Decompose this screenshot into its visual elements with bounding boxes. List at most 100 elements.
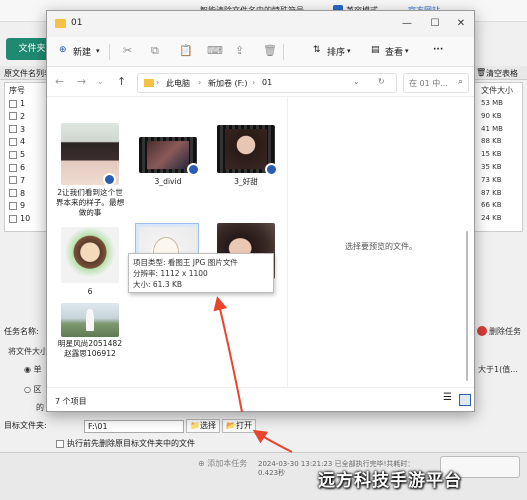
clear-table-button[interactable]: 清空表格	[486, 68, 518, 79]
row-checkbox[interactable]	[9, 214, 17, 223]
clear-icon[interactable]: 🗑	[476, 68, 486, 77]
view-icon[interactable]: ▤	[371, 45, 380, 55]
new-button[interactable]: 新建	[73, 45, 91, 58]
breadcrumb-folder[interactable]: 01	[262, 78, 272, 87]
rename-icon[interactable]: ⌨	[207, 44, 223, 57]
recent-dropdown-icon[interactable]: ⌄	[97, 77, 104, 86]
sort-button[interactable]: 排序	[327, 45, 345, 58]
file-name: 3_好甜	[234, 177, 258, 186]
sort-icon[interactable]: ⇅	[313, 45, 321, 55]
row-checkbox[interactable]	[9, 176, 17, 185]
view-button[interactable]: 查看	[385, 45, 403, 58]
row-index: 7	[20, 175, 26, 185]
item-count-text: 7 个项目	[55, 397, 87, 406]
row-index: 1	[20, 99, 26, 108]
table-row[interactable]: 4	[9, 137, 25, 149]
row-size: 66 KB	[481, 201, 502, 210]
select-folder-button[interactable]: 📁选择	[186, 419, 220, 433]
table-row[interactable]: 9	[9, 201, 25, 213]
add-task-button[interactable]: ⊕ 添加本任务	[198, 458, 247, 469]
file-item[interactable]: 3_好甜	[213, 125, 279, 197]
copy-icon[interactable]: ⧉	[151, 44, 159, 58]
new-dropdown-icon[interactable]: ▾	[96, 47, 100, 55]
row-index: 10	[20, 214, 31, 224]
paste-icon[interactable]: 📋	[179, 44, 193, 57]
address-dropdown-icon[interactable]: ⌄	[353, 77, 360, 86]
file-item[interactable]: 3_divid	[135, 137, 201, 197]
tooltip-size: 大小: 61.3 KB	[133, 280, 183, 289]
address-bar[interactable]: › 此电脑 › 新加卷 (F:) › 01 ⌄ ↻	[137, 73, 397, 93]
new-icon[interactable]: ⊕	[59, 45, 67, 55]
folder-icon	[55, 19, 66, 28]
table-row[interactable]: 7	[9, 176, 25, 188]
viewer-app-badge-icon	[103, 173, 116, 186]
file-thumbnail	[61, 227, 119, 283]
file-item[interactable]: 2让我们看到这个世界本来的样子。最想做的事	[56, 123, 124, 223]
up-arrow-icon[interactable]: ↑	[117, 75, 126, 88]
view-dropdown-icon[interactable]: ▾	[405, 47, 409, 55]
row-checkbox[interactable]	[9, 137, 17, 146]
forward-arrow-icon[interactable]: →	[77, 75, 86, 88]
table-row[interactable]: 10	[9, 214, 30, 226]
sort-dropdown-icon[interactable]: ▾	[347, 47, 351, 55]
row-checkbox[interactable]	[9, 99, 17, 108]
row-checkbox[interactable]	[9, 150, 17, 159]
row-index: 2	[20, 111, 26, 121]
option-radio-2[interactable]: ○ 区	[24, 384, 42, 395]
table-row[interactable]: 3	[9, 125, 25, 137]
tooltip-type: 项目类型: 看图王 JPG 图片文件	[133, 258, 238, 267]
delete-icon[interactable]: 🗑	[263, 44, 277, 57]
site-watermark: 远方科技手游平台	[318, 471, 462, 491]
row-checkbox[interactable]	[9, 189, 17, 198]
close-icon[interactable]: ✕	[451, 15, 471, 33]
row-checkbox[interactable]	[9, 112, 17, 121]
share-icon[interactable]: ⇪	[235, 44, 244, 57]
convert-size-label: 将文件大小	[8, 347, 48, 356]
toolbar-separator	[109, 44, 110, 60]
option-2-label: 区	[33, 385, 42, 394]
file-item[interactable]: 明星风尚2051482赵露思106912	[57, 303, 123, 383]
delete-task-icon[interactable]	[477, 326, 487, 336]
refresh-icon[interactable]: ↻	[378, 77, 385, 86]
search-input[interactable]: 在 01 中... ⌕	[403, 73, 469, 93]
explorer-titlebar: 01 — ☐ ✕	[47, 11, 474, 37]
crumb-separator-icon: ›	[198, 78, 202, 87]
size-rule-text: 大于1(值...	[478, 365, 518, 374]
delete-original-label: 执行前先删除原目标文件夹中的文件	[67, 439, 195, 448]
target-folder-input[interactable]: F:\01	[84, 420, 184, 433]
row-checkbox[interactable]	[9, 201, 17, 210]
table-row[interactable]: 6	[9, 163, 25, 175]
row-size: 73 KB	[481, 175, 502, 184]
delete-original-checkbox[interactable]: 执行前先删除原目标文件夹中的文件	[56, 438, 195, 450]
explorer-status-bar: 7 个项目 ☰	[47, 387, 474, 411]
maximize-icon[interactable]: ☐	[425, 15, 445, 33]
table-row[interactable]: 1	[9, 99, 25, 111]
cut-icon[interactable]: ✂	[123, 44, 132, 57]
target-folder-label: 目标文件夹:	[4, 421, 47, 430]
table-row[interactable]: 2	[9, 112, 25, 124]
row-size: 41 MB	[481, 124, 503, 133]
table-row[interactable]: 5	[9, 150, 25, 162]
row-size: 15 KB	[481, 150, 502, 159]
table-row[interactable]: 8	[9, 189, 25, 201]
minimize-icon[interactable]: —	[397, 15, 417, 33]
vertical-scrollbar[interactable]	[464, 231, 470, 381]
breadcrumb-this-pc[interactable]: 此电脑	[166, 78, 190, 89]
film-frame	[225, 129, 267, 169]
large-icons-view-icon[interactable]	[459, 394, 471, 406]
file-explorer-window: 01 — ☐ ✕ ⊕ 新建 ▾ ✂ ⧉ 📋 ⌨ ⇪ 🗑 ⇅ 排序 ▾ ▤ 查看 …	[46, 10, 475, 412]
scrollbar-thumb[interactable]	[466, 231, 468, 381]
row-checkbox[interactable]	[9, 163, 17, 172]
open-folder-button[interactable]: 📂打开	[222, 419, 256, 433]
file-grid: 2让我们看到这个世界本来的样子。最想做的事 3_divid 3_好甜 6 明星风…	[47, 97, 287, 387]
checkbox-box[interactable]	[56, 439, 64, 448]
more-options-button[interactable]: ···	[433, 45, 443, 55]
file-item[interactable]: 6	[57, 227, 123, 299]
preview-placeholder-text: 选择要预览的文件。	[345, 242, 417, 251]
row-checkbox[interactable]	[9, 125, 17, 134]
delete-task-button[interactable]: 删除任务	[489, 326, 521, 337]
option-radio-1[interactable]: ◉ 单	[24, 364, 42, 375]
details-view-icon[interactable]: ☰	[443, 392, 455, 404]
back-arrow-icon[interactable]: ←	[55, 75, 64, 88]
breadcrumb-volume[interactable]: 新加卷 (F:)	[208, 78, 247, 89]
